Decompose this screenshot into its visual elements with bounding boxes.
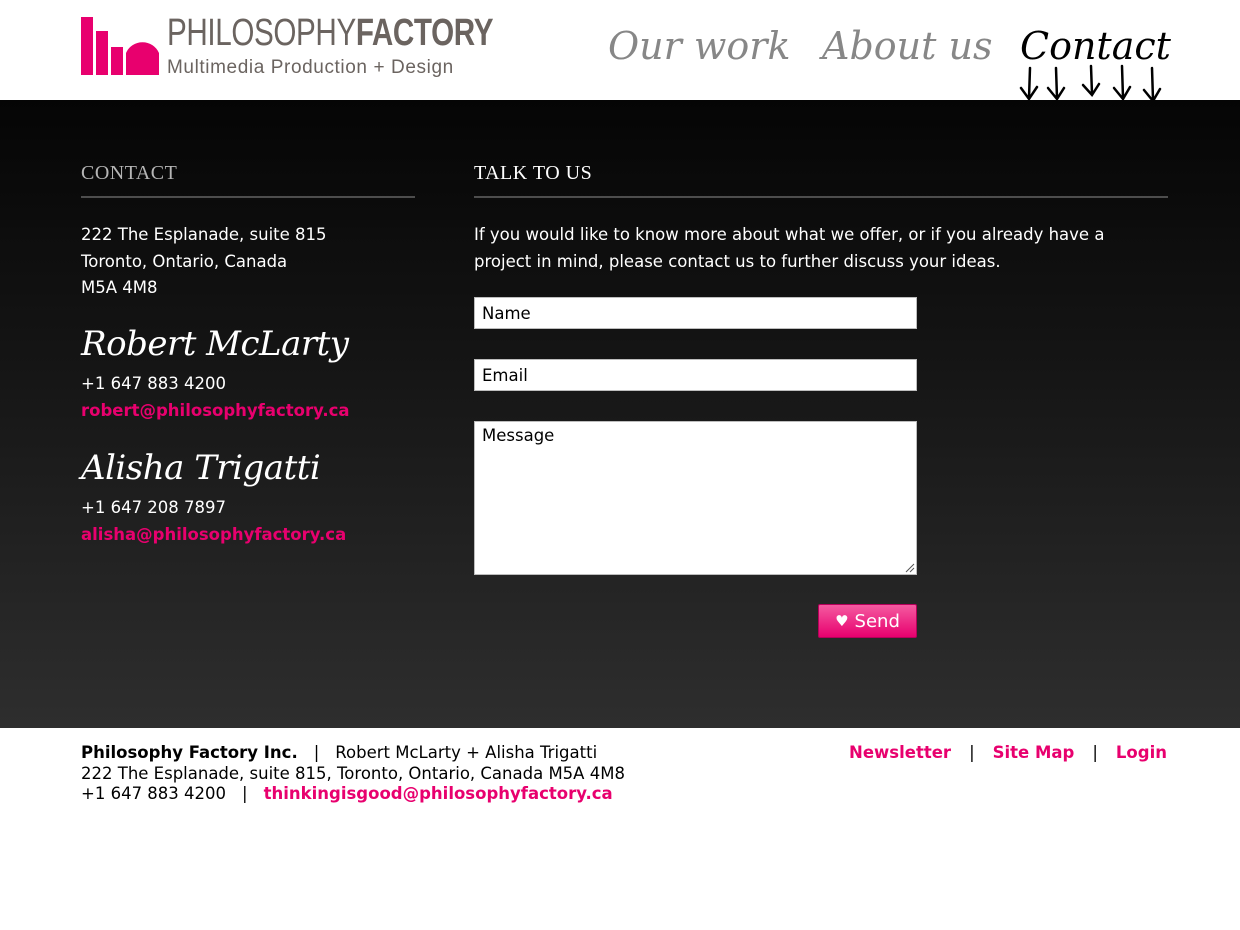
talk-heading: TALK TO US — [474, 162, 593, 184]
divider — [474, 196, 1168, 198]
email-link-robert[interactable]: robert@philosophyfactory.ca — [81, 401, 350, 420]
signature-alisha: Alisha Trigatti — [81, 448, 321, 488]
contact-address: 222 The Esplanade, suite 815 Toronto, On… — [81, 222, 327, 302]
contact-section: CONTACT 222 The Esplanade, suite 815 Tor… — [0, 100, 1240, 728]
footer-line: +1 647 883 4200 | thinkingisgood@philosoph… — [81, 784, 613, 803]
footer-address: 222 The Esplanade, suite 815, Toronto, O… — [81, 764, 625, 783]
email-input[interactable] — [474, 359, 917, 391]
name-input[interactable] — [474, 297, 917, 329]
phone-alisha: +1 647 208 7897 — [81, 498, 227, 517]
footer-link-login[interactable]: Login — [1116, 743, 1167, 762]
nav-contact[interactable]: Contact — [1020, 24, 1171, 68]
site-header: PHILOSOPHYFACTORY Multimedia Production … — [0, 0, 1240, 102]
message-textarea[interactable] — [474, 421, 917, 575]
logo-word-bold: FACTORY — [355, 12, 494, 54]
phone-robert: +1 647 883 4200 — [81, 374, 227, 393]
logo-tagline: Multimedia Production + Design — [167, 57, 454, 78]
heart-icon: ♥ — [835, 612, 849, 630]
footer-email-link[interactable]: thinkingisgood@philosophyfactory.ca — [264, 784, 613, 803]
footer-phone: +1 647 883 4200 — [81, 784, 227, 803]
footer-people: Robert McLarty + Alisha Trigatti — [335, 743, 598, 762]
down-arrows-icon — [1019, 64, 1162, 102]
site-logo[interactable]: PHILOSOPHYFACTORY Multimedia Production … — [81, 12, 493, 79]
footer-line: Philosophy Factory Inc. | Robert McLarty +… — [81, 743, 597, 762]
nav-about-us[interactable]: About us — [822, 24, 992, 68]
email-link-alisha[interactable]: alisha@philosophyfactory.ca — [81, 525, 346, 544]
send-label: Send — [854, 610, 900, 632]
logo-wordmark: PHILOSOPHYFACTORY — [167, 12, 493, 55]
signature-robert: Robert McLarty — [81, 324, 349, 364]
contact-heading: CONTACT — [81, 162, 178, 184]
address-line: Toronto, Ontario, Canada — [81, 251, 288, 271]
address-line: M5A 4M8 — [81, 278, 158, 297]
divider — [81, 196, 415, 198]
factory-logo-icon — [81, 17, 159, 75]
footer-company: Philosophy Factory Inc. — [81, 743, 298, 762]
site-footer: Philosophy Factory Inc. | Robert McLarty +… — [0, 728, 1240, 930]
footer-separator: | — [1092, 743, 1098, 762]
footer-separator: | — [969, 743, 975, 762]
footer-separator: | — [313, 743, 320, 762]
footer-links: Newsletter | Site Map | Login — [849, 743, 1167, 762]
send-button[interactable]: ♥ Send — [818, 604, 917, 638]
footer-link-site-map[interactable]: Site Map — [993, 743, 1075, 762]
footer-separator: | — [242, 784, 248, 803]
talk-intro: If you would like to know more about wha… — [474, 225, 1105, 271]
nav-our-work[interactable]: Our work — [608, 24, 790, 68]
footer-link-newsletter[interactable]: Newsletter — [849, 743, 951, 762]
resize-grip-icon[interactable] — [904, 562, 915, 573]
address-line: 222 The Esplanade, suite 815 — [81, 225, 327, 244]
logo-word-thin: PHILOSOPHY — [167, 12, 356, 54]
